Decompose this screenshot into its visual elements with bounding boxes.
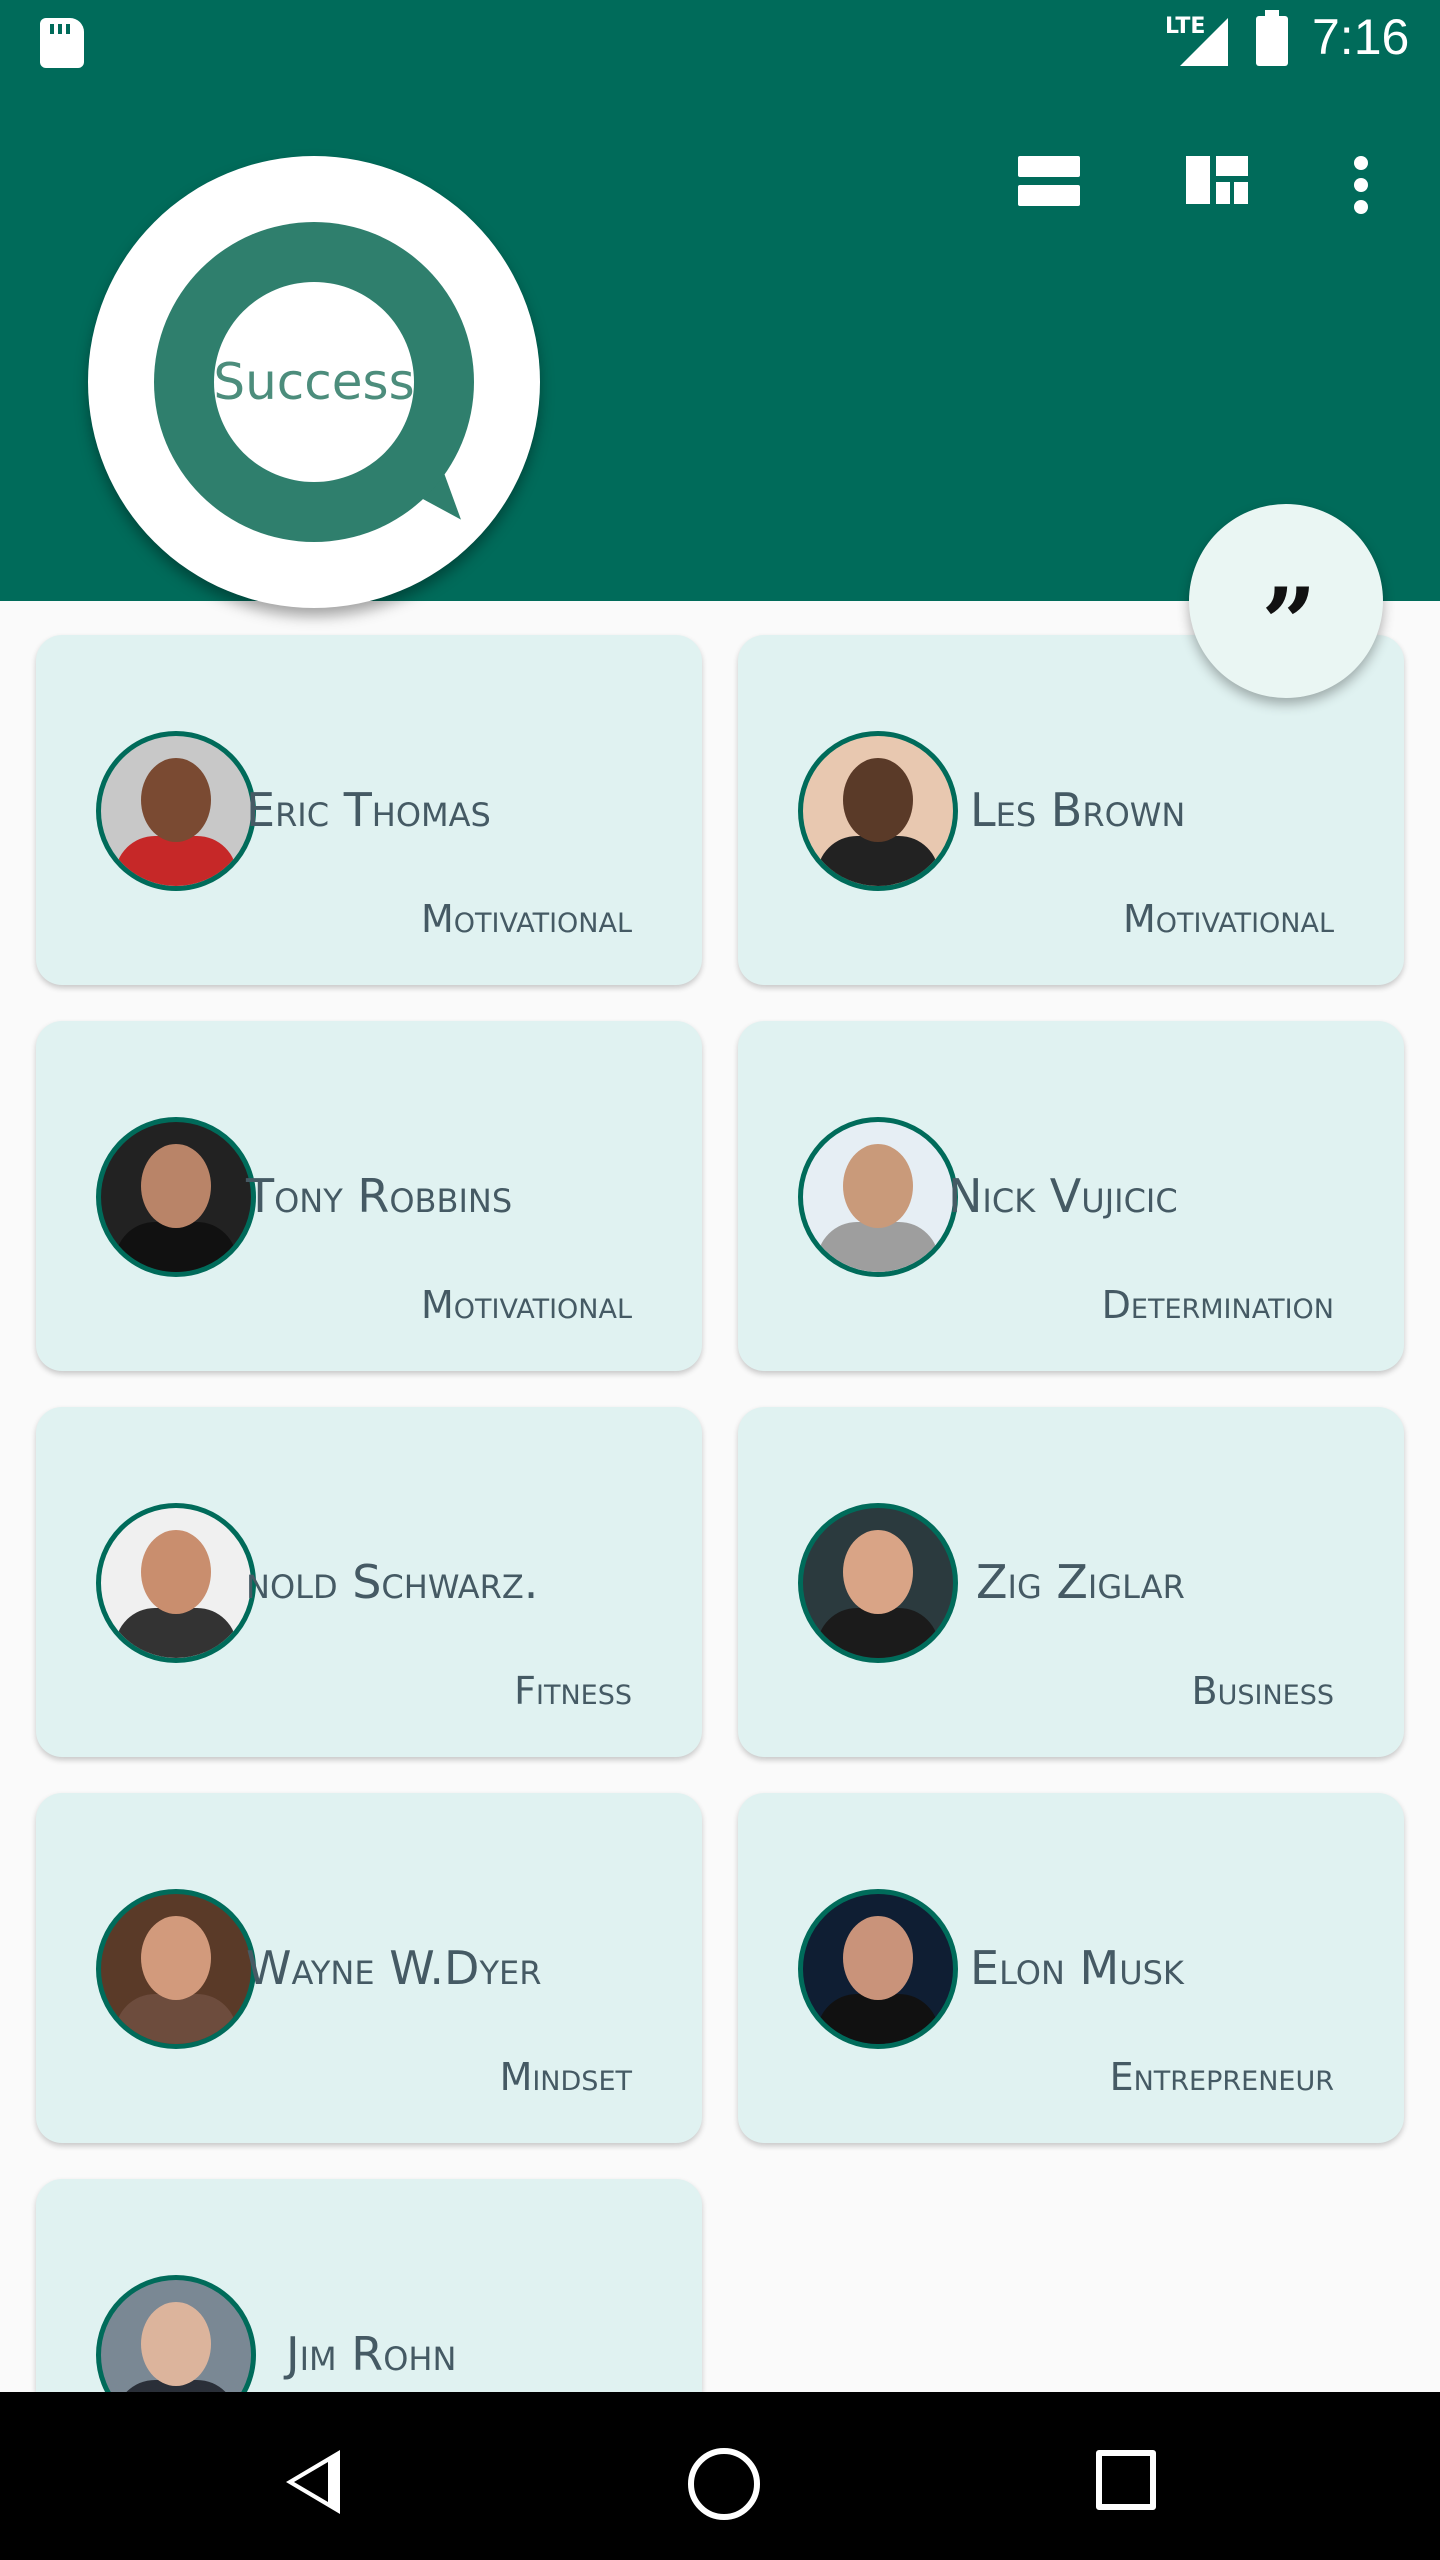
speaker-card[interactable]: Elon Musk Entrepreneur: [738, 1793, 1404, 2143]
battery-charging-icon: [1256, 10, 1288, 66]
speaker-name: Les Brown: [970, 783, 1186, 837]
list-view-icon[interactable]: [1018, 156, 1080, 220]
avatar: [798, 1117, 958, 1277]
speaker-category: Determination: [1101, 1283, 1334, 1327]
speaker-name: nold Schwarz.: [246, 1555, 539, 1609]
speaker-category: Motivational: [420, 897, 632, 941]
back-icon[interactable]: [286, 2450, 340, 2514]
avatar: [96, 1503, 256, 1663]
speaker-name: Wayne W.Dyer: [246, 1941, 542, 1995]
sd-card-icon: [40, 18, 84, 68]
system-nav-bar: [0, 2392, 1440, 2560]
speaker-name: Nick Vujicic: [948, 1169, 1178, 1223]
speaker-card[interactable]: nold Schwarz. Fitness: [36, 1407, 702, 1757]
speaker-name: Jim Rohn: [286, 2327, 457, 2381]
speaker-card[interactable]: Nick Vujicic Determination: [738, 1021, 1404, 1371]
speaker-category: Business: [1191, 1669, 1334, 1713]
app-logo: Success: [88, 156, 540, 608]
clock: 7:16: [1312, 9, 1410, 65]
avatar: [798, 1503, 958, 1663]
speaker-card[interactable]: Jim Rohn: [36, 2179, 702, 2392]
speaker-category: Mindset: [499, 2055, 632, 2099]
more-options-icon[interactable]: [1354, 156, 1370, 220]
speaker-name: Eric Thomas: [246, 783, 491, 837]
speaker-name: Zig Ziglar: [976, 1555, 1185, 1609]
quote-icon: ”: [1261, 567, 1316, 680]
home-icon[interactable]: [688, 2448, 760, 2520]
recents-icon[interactable]: [1096, 2450, 1156, 2510]
speaker-category: Motivational: [420, 1283, 632, 1327]
app-bar: Success: [0, 84, 1440, 608]
speaker-card[interactable]: Wayne W.Dyer Mindset: [36, 1793, 702, 2143]
avatar: [96, 1889, 256, 2049]
speaker-card[interactable]: Eric Thomas Motivational: [36, 635, 702, 985]
logo-text: Success: [213, 353, 415, 411]
grid-view-icon[interactable]: [1186, 156, 1248, 220]
status-bar: LTE 7:16: [0, 0, 1440, 84]
logo-center: Success: [213, 282, 415, 482]
speaker-name: Elon Musk: [970, 1941, 1184, 1995]
avatar: [96, 1117, 256, 1277]
speaker-category: Fitness: [514, 1669, 632, 1713]
speaker-category: Entrepreneur: [1109, 2055, 1334, 2099]
avatar: [96, 2275, 256, 2392]
speaker-category: Motivational: [1122, 897, 1334, 941]
quote-fab-button[interactable]: ”: [1189, 504, 1383, 698]
signal-icon: [1180, 18, 1228, 66]
avatar: [798, 731, 958, 891]
speaker-card[interactable]: Tony Robbins Motivational: [36, 1021, 702, 1371]
avatar: [798, 1889, 958, 2049]
avatar: [96, 731, 256, 891]
speaker-card[interactable]: Zig Ziglar Business: [738, 1407, 1404, 1757]
speaker-name: Tony Robbins: [246, 1169, 513, 1223]
